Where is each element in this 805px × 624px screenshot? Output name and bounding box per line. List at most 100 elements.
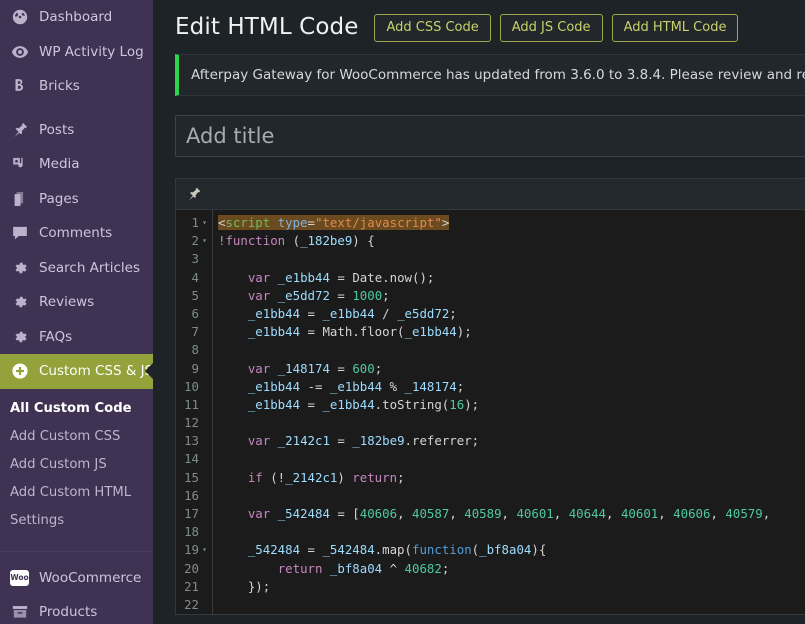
- code-line[interactable]: var _e5dd72 = 1000;: [218, 287, 805, 305]
- fold-toggle-icon[interactable]: ▾: [200, 541, 209, 559]
- sidebar-item-label: Posts: [39, 123, 74, 138]
- admin-sidebar: Dashboard WP Activity Log Bricks Posts Media…: [0, 0, 153, 624]
- code-line[interactable]: if (!_2142c1) return;: [218, 469, 805, 487]
- code-line[interactable]: _e1bb44 = _e1bb44.toString(16);: [218, 396, 805, 414]
- sidebar-item-label: Media: [39, 157, 80, 172]
- pages-icon: [9, 189, 30, 209]
- submenu-item-label: Settings: [10, 513, 64, 528]
- line-number: 15: [176, 469, 212, 487]
- sidebar-item-pages[interactable]: Pages: [0, 182, 153, 217]
- title-input[interactable]: [175, 115, 805, 157]
- sidebar-item-media[interactable]: Media: [0, 147, 153, 182]
- line-number: 20: [176, 560, 212, 578]
- code-line[interactable]: [218, 523, 805, 541]
- code-area[interactable]: 1▾2▾345678910111213141516171819▾202122 <…: [176, 210, 805, 614]
- line-number: 16: [176, 487, 212, 505]
- code-line[interactable]: <script type="text/javascript">: [218, 214, 805, 232]
- title-field-wrapper: [175, 115, 805, 157]
- submenu-item-add-custom-css[interactable]: Add Custom CSS: [0, 423, 153, 451]
- comment-icon: [9, 223, 30, 243]
- sidebar-item-dashboard[interactable]: Dashboard: [0, 0, 153, 35]
- code-line[interactable]: var _e1bb44 = Date.now();: [218, 269, 805, 287]
- sidebar-item-products[interactable]: Products: [0, 595, 153, 624]
- code-line[interactable]: !function (_182be9) {: [218, 232, 805, 250]
- gear-icon: [9, 327, 30, 347]
- sidebar-item-posts[interactable]: Posts: [0, 113, 153, 148]
- admin-notice-text: Afterpay Gateway for WooCommerce has upd…: [179, 67, 805, 83]
- code-line[interactable]: [218, 414, 805, 432]
- code-line[interactable]: });: [218, 578, 805, 596]
- submenu-item-all-custom-code[interactable]: All Custom Code: [0, 395, 153, 423]
- submenu-item-label: All Custom Code: [10, 401, 132, 416]
- main-content: Edit HTML Code Add CSS CodeAdd JS CodeAd…: [153, 0, 805, 624]
- sidebar-item-label: Products: [39, 605, 97, 620]
- sidebar-item-label: FAQs: [39, 330, 72, 345]
- code-line[interactable]: [218, 487, 805, 505]
- gear-icon: [9, 292, 30, 312]
- code-line[interactable]: [218, 596, 805, 614]
- code-line[interactable]: _542484 = _542484.map(function(_bf8a04){: [218, 541, 805, 559]
- code-content[interactable]: <script type="text/javascript">!function…: [213, 210, 805, 614]
- sidebar-item-label: Reviews: [39, 295, 94, 310]
- code-line[interactable]: [218, 341, 805, 359]
- fold-toggle-icon[interactable]: ▾: [200, 214, 209, 232]
- code-line[interactable]: _e1bb44 = _e1bb44 / _e5dd72;: [218, 305, 805, 323]
- add-js-code-button[interactable]: Add JS Code: [500, 14, 603, 42]
- line-number: 6: [176, 305, 212, 323]
- sidebar-item-bricks[interactable]: Bricks: [0, 69, 153, 104]
- sidebar-item-label: Dashboard: [39, 10, 112, 25]
- submenu-item-settings[interactable]: Settings: [0, 507, 153, 535]
- sidebar-item-label: Pages: [39, 192, 79, 207]
- sidebar-item-search-articles[interactable]: Search Articles: [0, 251, 153, 286]
- sidebar-item-label: Custom CSS & JS: [39, 364, 153, 379]
- add-css-code-button[interactable]: Add CSS Code: [374, 14, 490, 42]
- menu-separator: [0, 552, 153, 561]
- code-line[interactable]: return _bf8a04 ^ 40682;: [218, 560, 805, 578]
- code-line[interactable]: _e1bb44 -= _e1bb44 % _148174;: [218, 378, 805, 396]
- plus-circle-icon: [9, 361, 30, 381]
- submenu-item-add-custom-js[interactable]: Add Custom JS: [0, 451, 153, 479]
- fold-toggle-icon[interactable]: ▾: [200, 232, 209, 250]
- line-number: 11: [176, 396, 212, 414]
- code-line[interactable]: var _542484 = [40606, 40587, 40589, 4060…: [218, 505, 805, 523]
- sidebar-item-comments[interactable]: Comments: [0, 216, 153, 251]
- gear-icon: [9, 258, 30, 278]
- admin-notice: Afterpay Gateway for WooCommerce has upd…: [175, 54, 805, 96]
- dashboard-icon: [9, 7, 30, 27]
- code-line[interactable]: _e1bb44 = Math.floor(_e1bb44);: [218, 323, 805, 341]
- code-line[interactable]: var _148174 = 600;: [218, 360, 805, 378]
- media-icon: [9, 154, 30, 174]
- page-header: Edit HTML Code Add CSS CodeAdd JS CodeAd…: [175, 0, 805, 46]
- code-line[interactable]: [218, 450, 805, 468]
- wordpress-admin-screen: Dashboard WP Activity Log Bricks Posts Media…: [0, 0, 805, 624]
- sidebar-item-woocommerce[interactable]: Woo WooCommerce: [0, 561, 153, 596]
- sidebar-item-custom-css-js[interactable]: Custom CSS & JS: [0, 354, 153, 389]
- add-html-code-button[interactable]: Add HTML Code: [612, 14, 739, 42]
- editor-toolbar: [176, 179, 805, 210]
- line-number: 19▾: [176, 541, 212, 559]
- submenu-item-label: Add Custom JS: [10, 457, 107, 472]
- woocommerce-icon: Woo: [9, 568, 30, 588]
- sidebar-submenu: All Custom Code Add Custom CSS Add Custom …: [0, 389, 153, 543]
- sidebar-item-reviews[interactable]: Reviews: [0, 285, 153, 320]
- sidebar-item-faqs[interactable]: FAQs: [0, 320, 153, 355]
- submenu-item-add-custom-html[interactable]: Add Custom HTML: [0, 479, 153, 507]
- code-line[interactable]: [218, 250, 805, 268]
- line-number: 18: [176, 523, 212, 541]
- sidebar-menu: Dashboard WP Activity Log Bricks Posts Media…: [0, 0, 153, 624]
- line-number: 9: [176, 360, 212, 378]
- line-number: 3: [176, 250, 212, 268]
- eye-icon: [9, 42, 30, 62]
- bricks-icon: [9, 76, 30, 96]
- line-number: 7: [176, 323, 212, 341]
- sidebar-item-label: Comments: [39, 226, 112, 241]
- sidebar-item-label: WP Activity Log: [39, 45, 144, 60]
- line-number: 1▾: [176, 214, 212, 232]
- line-number: 2▾: [176, 232, 212, 250]
- code-line[interactable]: var _2142c1 = _182be9.referrer;: [218, 432, 805, 450]
- sidebar-item-label: WooCommerce: [39, 571, 141, 586]
- line-number: 13: [176, 432, 212, 450]
- sidebar-item-wp-activity-log[interactable]: WP Activity Log: [0, 35, 153, 70]
- submenu-item-label: Add Custom CSS: [10, 429, 120, 444]
- pin-icon[interactable]: [186, 186, 202, 202]
